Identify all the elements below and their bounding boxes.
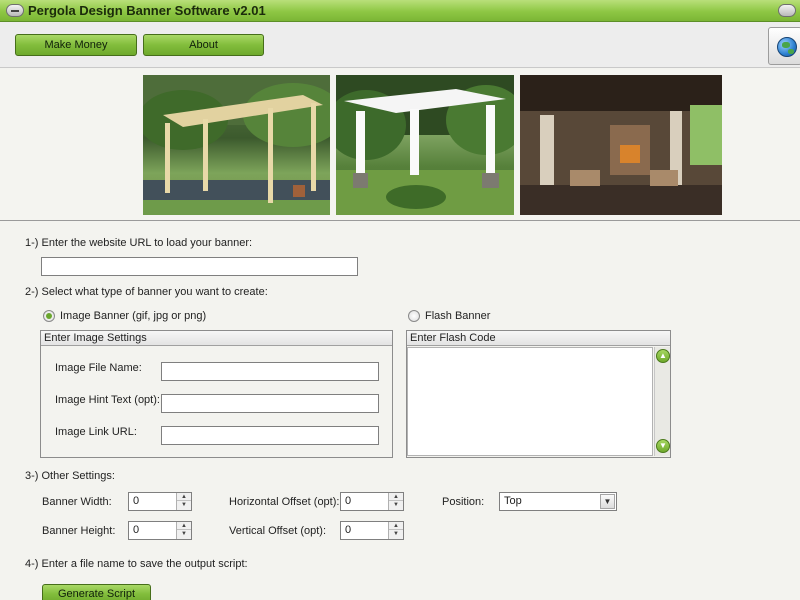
banner-images <box>0 69 800 221</box>
image-banner-label[interactable]: Image Banner (gif, jpg or png) <box>60 310 206 322</box>
pergola-photo-3 <box>520 75 722 215</box>
banner-width-value: 0 <box>133 495 140 507</box>
flash-code-scrollbar[interactable]: ▲ ▼ <box>654 347 670 456</box>
banner-height-label: Banner Height: <box>42 525 116 537</box>
position-value: Top <box>504 495 522 507</box>
vertical-offset-label: Vertical Offset (opt): <box>229 525 327 537</box>
image-file-name-label: Image File Name: <box>55 362 142 374</box>
make-money-button[interactable]: Make Money <box>15 34 137 56</box>
globe-icon <box>777 37 797 57</box>
banner-height-value: 0 <box>133 524 140 536</box>
position-select[interactable]: Top ▼ <box>499 492 617 511</box>
vertical-offset-stepper[interactable]: 0 ▲ ▼ <box>340 521 404 540</box>
horizontal-offset-value: 0 <box>345 495 352 507</box>
increment-icon[interactable]: ▲ <box>389 522 403 530</box>
image-link-url-input[interactable] <box>161 426 379 445</box>
flash-banner-label[interactable]: Flash Banner <box>425 310 490 322</box>
decrement-icon[interactable]: ▼ <box>389 530 403 538</box>
pergola-white-illustration <box>336 75 514 215</box>
increment-icon[interactable]: ▲ <box>389 493 403 501</box>
globe-button[interactable] <box>768 27 800 65</box>
pergola-photo-2 <box>336 75 514 215</box>
flash-banner-radio[interactable] <box>408 310 420 322</box>
window-menu-icon[interactable] <box>6 4 24 17</box>
banner-width-label: Banner Width: <box>42 496 112 508</box>
horizontal-offset-stepper[interactable]: 0 ▲ ▼ <box>340 492 404 511</box>
window-title: Pergola Design Banner Software v2.01 <box>28 3 266 18</box>
banner-height-stepper[interactable]: 0 ▲ ▼ <box>128 521 192 540</box>
pergola-photo-1 <box>143 75 330 215</box>
image-hint-text-input[interactable] <box>161 394 379 413</box>
scroll-up-icon[interactable]: ▲ <box>656 349 670 363</box>
step2-label: 2-) Select what type of banner you want … <box>25 286 268 298</box>
vertical-offset-value: 0 <box>345 524 352 536</box>
chevron-down-icon[interactable]: ▼ <box>600 494 615 509</box>
increment-icon[interactable]: ▲ <box>177 493 191 501</box>
decrement-icon[interactable]: ▼ <box>389 501 403 509</box>
toolbar: Make Money About <box>0 22 800 68</box>
flash-code-title: Enter Flash Code <box>407 331 670 346</box>
horizontal-offset-label: Horizontal Offset (opt): <box>229 496 340 508</box>
decrement-icon[interactable]: ▼ <box>177 501 191 509</box>
image-banner-radio[interactable] <box>43 310 55 322</box>
window-control-icon[interactable] <box>778 4 796 17</box>
image-link-url-label: Image Link URL: <box>55 426 137 438</box>
banner-width-stepper[interactable]: 0 ▲ ▼ <box>128 492 192 511</box>
scroll-down-icon[interactable]: ▼ <box>656 439 670 453</box>
generate-script-button[interactable]: Generate Script <box>42 584 151 600</box>
image-hint-text-label: Image Hint Text (opt): <box>55 394 160 406</box>
pergola-wood-illustration <box>143 75 330 215</box>
website-url-input[interactable] <box>41 257 358 276</box>
decrement-icon[interactable]: ▼ <box>177 530 191 538</box>
title-bar: Pergola Design Banner Software v2.01 <box>0 0 800 22</box>
step1-label: 1-) Enter the website URL to load your b… <box>25 237 253 249</box>
flash-code-group: Enter Flash Code ▲ ▼ <box>406 330 671 458</box>
pergola-patio-illustration <box>520 75 722 215</box>
step4-label: 4-) Enter a file name to save the output… <box>25 558 248 570</box>
image-settings-title: Enter Image Settings <box>41 331 392 346</box>
increment-icon[interactable]: ▲ <box>177 522 191 530</box>
step3-label: 3-) Other Settings: <box>25 470 115 482</box>
about-button[interactable]: About <box>143 34 264 56</box>
flash-code-textarea[interactable] <box>407 347 653 456</box>
position-label: Position: <box>442 496 485 508</box>
image-file-name-input[interactable] <box>161 362 379 381</box>
